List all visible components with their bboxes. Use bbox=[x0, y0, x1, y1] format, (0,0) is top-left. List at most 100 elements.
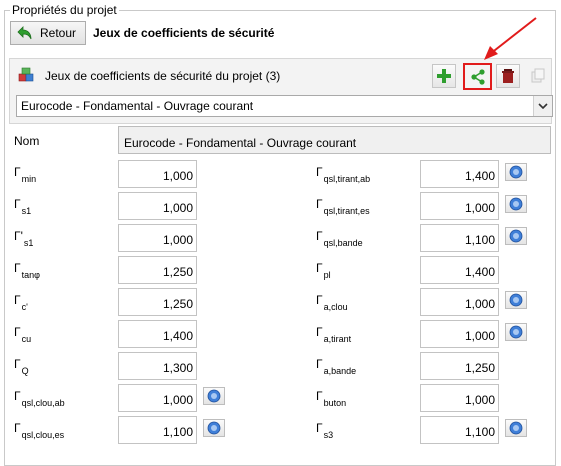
gamma-symbol: Γ bbox=[14, 325, 21, 339]
info-icon bbox=[509, 165, 523, 179]
info-icon bbox=[509, 197, 523, 211]
coefficient-input[interactable]: 1,400 bbox=[420, 256, 499, 284]
coefficient-subscript: s1 bbox=[23, 238, 34, 248]
coefficient-label: ΓQ bbox=[14, 357, 29, 376]
coefficient-input[interactable]: 1,300 bbox=[118, 352, 197, 380]
coefficient-input[interactable]: 1,000 bbox=[118, 384, 197, 412]
info-icon bbox=[207, 421, 221, 435]
info-button[interactable] bbox=[203, 419, 225, 437]
coefficient-label: Γqsl,clou,es bbox=[14, 421, 64, 440]
coefficient-label: Γs1 bbox=[14, 197, 31, 216]
page-title: Jeux de coefficients de sécurité bbox=[93, 26, 275, 40]
info-icon bbox=[509, 293, 523, 307]
coefficient-label: Γpl bbox=[316, 261, 331, 280]
info-button[interactable] bbox=[505, 323, 527, 341]
coefficient-subscript: s1 bbox=[21, 206, 32, 216]
coefficient-input[interactable]: 1,000 bbox=[420, 384, 499, 412]
coefficient-subscript: qsl,bande bbox=[323, 238, 363, 248]
gamma-symbol: Γ bbox=[14, 421, 21, 435]
coefficient-label: Γqsl,bande bbox=[316, 229, 363, 248]
sets-count-label: Jeux de coefficients de sécurité du proj… bbox=[45, 69, 281, 83]
coefficient-subscript: a,clou bbox=[323, 302, 348, 312]
coefficient-subscript: qsl,tirant,ab bbox=[323, 174, 371, 184]
coefficient-subscript: pl bbox=[323, 270, 331, 280]
gamma-symbol: Γ bbox=[14, 165, 21, 179]
gamma-symbol: Γ bbox=[14, 389, 21, 403]
gamma-symbol: Γ bbox=[316, 357, 323, 371]
coefficient-input[interactable]: 1,400 bbox=[118, 320, 197, 348]
add-set-button[interactable] bbox=[432, 64, 456, 88]
coefficient-subscript: min bbox=[21, 174, 37, 184]
coefficient-input[interactable]: 1,000 bbox=[420, 320, 499, 348]
share-icon bbox=[470, 68, 485, 85]
info-button[interactable] bbox=[203, 387, 225, 405]
group-title: Propriétés du projet bbox=[10, 3, 119, 17]
coefficient-label: Γqsl,tirant,es bbox=[316, 197, 370, 216]
back-button[interactable]: Retour bbox=[10, 21, 86, 45]
coefficient-label: Γa,bande bbox=[316, 357, 356, 376]
gamma-symbol: Γ bbox=[316, 261, 323, 275]
coefficient-subscript: c' bbox=[21, 302, 28, 312]
info-button[interactable] bbox=[505, 195, 527, 213]
coefficient-input[interactable]: 1,250 bbox=[118, 288, 197, 316]
coefficient-set-icon bbox=[18, 67, 34, 82]
info-icon bbox=[509, 229, 523, 243]
coefficient-label: Γcu bbox=[14, 325, 31, 344]
coefficient-label: Γc' bbox=[14, 293, 28, 312]
gamma-symbol: Γ bbox=[316, 165, 323, 179]
coefficient-label: Γtanφ bbox=[14, 261, 40, 280]
coefficient-input[interactable]: 1,000 bbox=[118, 192, 197, 220]
coefficient-input[interactable]: 1,250 bbox=[118, 256, 197, 284]
info-button[interactable] bbox=[505, 419, 527, 437]
info-button[interactable] bbox=[505, 227, 527, 245]
selected-set: Eurocode - Fondamental - Ouvrage courant bbox=[21, 99, 254, 113]
gamma-symbol: Γ' bbox=[14, 229, 23, 243]
coefficient-label: Γbuton bbox=[316, 389, 346, 408]
coefficient-subscript: a,bande bbox=[323, 366, 357, 376]
gamma-symbol: Γ bbox=[14, 293, 21, 307]
back-arrow-icon bbox=[17, 26, 32, 40]
coefficient-label: Γmin bbox=[14, 165, 36, 184]
info-icon bbox=[509, 325, 523, 339]
coefficient-label: Γqsl,tirant,ab bbox=[316, 165, 370, 184]
coefficient-input[interactable]: 1,100 bbox=[118, 416, 197, 444]
gamma-symbol: Γ bbox=[316, 197, 323, 211]
coefficient-subscript: a,tirant bbox=[323, 334, 352, 344]
gamma-symbol: Γ bbox=[14, 261, 21, 275]
coefficient-subscript: buton bbox=[323, 398, 347, 408]
coefficient-input[interactable]: 1,000 bbox=[420, 192, 499, 220]
coefficient-subscript: Q bbox=[21, 366, 29, 376]
copy-set-button[interactable] bbox=[526, 64, 550, 88]
coefficient-input[interactable]: 1,250 bbox=[420, 352, 499, 380]
coefficient-input[interactable]: 1,400 bbox=[420, 160, 499, 188]
info-icon bbox=[509, 421, 523, 435]
name-field[interactable]: Eurocode - Fondamental - Ouvrage courant bbox=[118, 126, 551, 154]
coefficient-input[interactable]: 1,100 bbox=[420, 224, 499, 252]
coefficient-label: Γ's1 bbox=[14, 229, 33, 248]
gamma-symbol: Γ bbox=[316, 325, 323, 339]
coefficient-input[interactable]: 1,000 bbox=[420, 288, 499, 316]
info-button[interactable] bbox=[505, 163, 527, 181]
coefficient-input[interactable]: 1,100 bbox=[420, 416, 499, 444]
gamma-symbol: Γ bbox=[316, 293, 323, 307]
coefficient-label: Γa,tirant bbox=[316, 325, 351, 344]
info-button[interactable] bbox=[505, 291, 527, 309]
trash-icon bbox=[502, 69, 514, 83]
delete-set-button[interactable] bbox=[496, 64, 520, 88]
copy-icon bbox=[531, 68, 545, 83]
coefficient-subscript: qsl,tirant,es bbox=[323, 206, 370, 216]
chevron-down-icon[interactable] bbox=[533, 96, 552, 116]
name-label: Nom bbox=[14, 134, 40, 148]
coefficient-subscript: qsl,clou,es bbox=[21, 430, 65, 440]
coefficient-label: Γs3 bbox=[316, 421, 333, 440]
coefficient-label: Γa,clou bbox=[316, 293, 348, 312]
share-set-button[interactable] bbox=[463, 63, 492, 90]
gamma-symbol: Γ bbox=[316, 389, 323, 403]
coefficient-input[interactable]: 1,000 bbox=[118, 160, 197, 188]
coefficient-set-select[interactable]: Eurocode - Fondamental - Ouvrage courant bbox=[16, 95, 553, 117]
gamma-symbol: Γ bbox=[14, 357, 21, 371]
coefficient-subscript: tanφ bbox=[21, 270, 40, 280]
coefficient-input[interactable]: 1,000 bbox=[118, 224, 197, 252]
coefficient-subscript: cu bbox=[21, 334, 32, 344]
coefficient-subscript: s3 bbox=[323, 430, 334, 440]
